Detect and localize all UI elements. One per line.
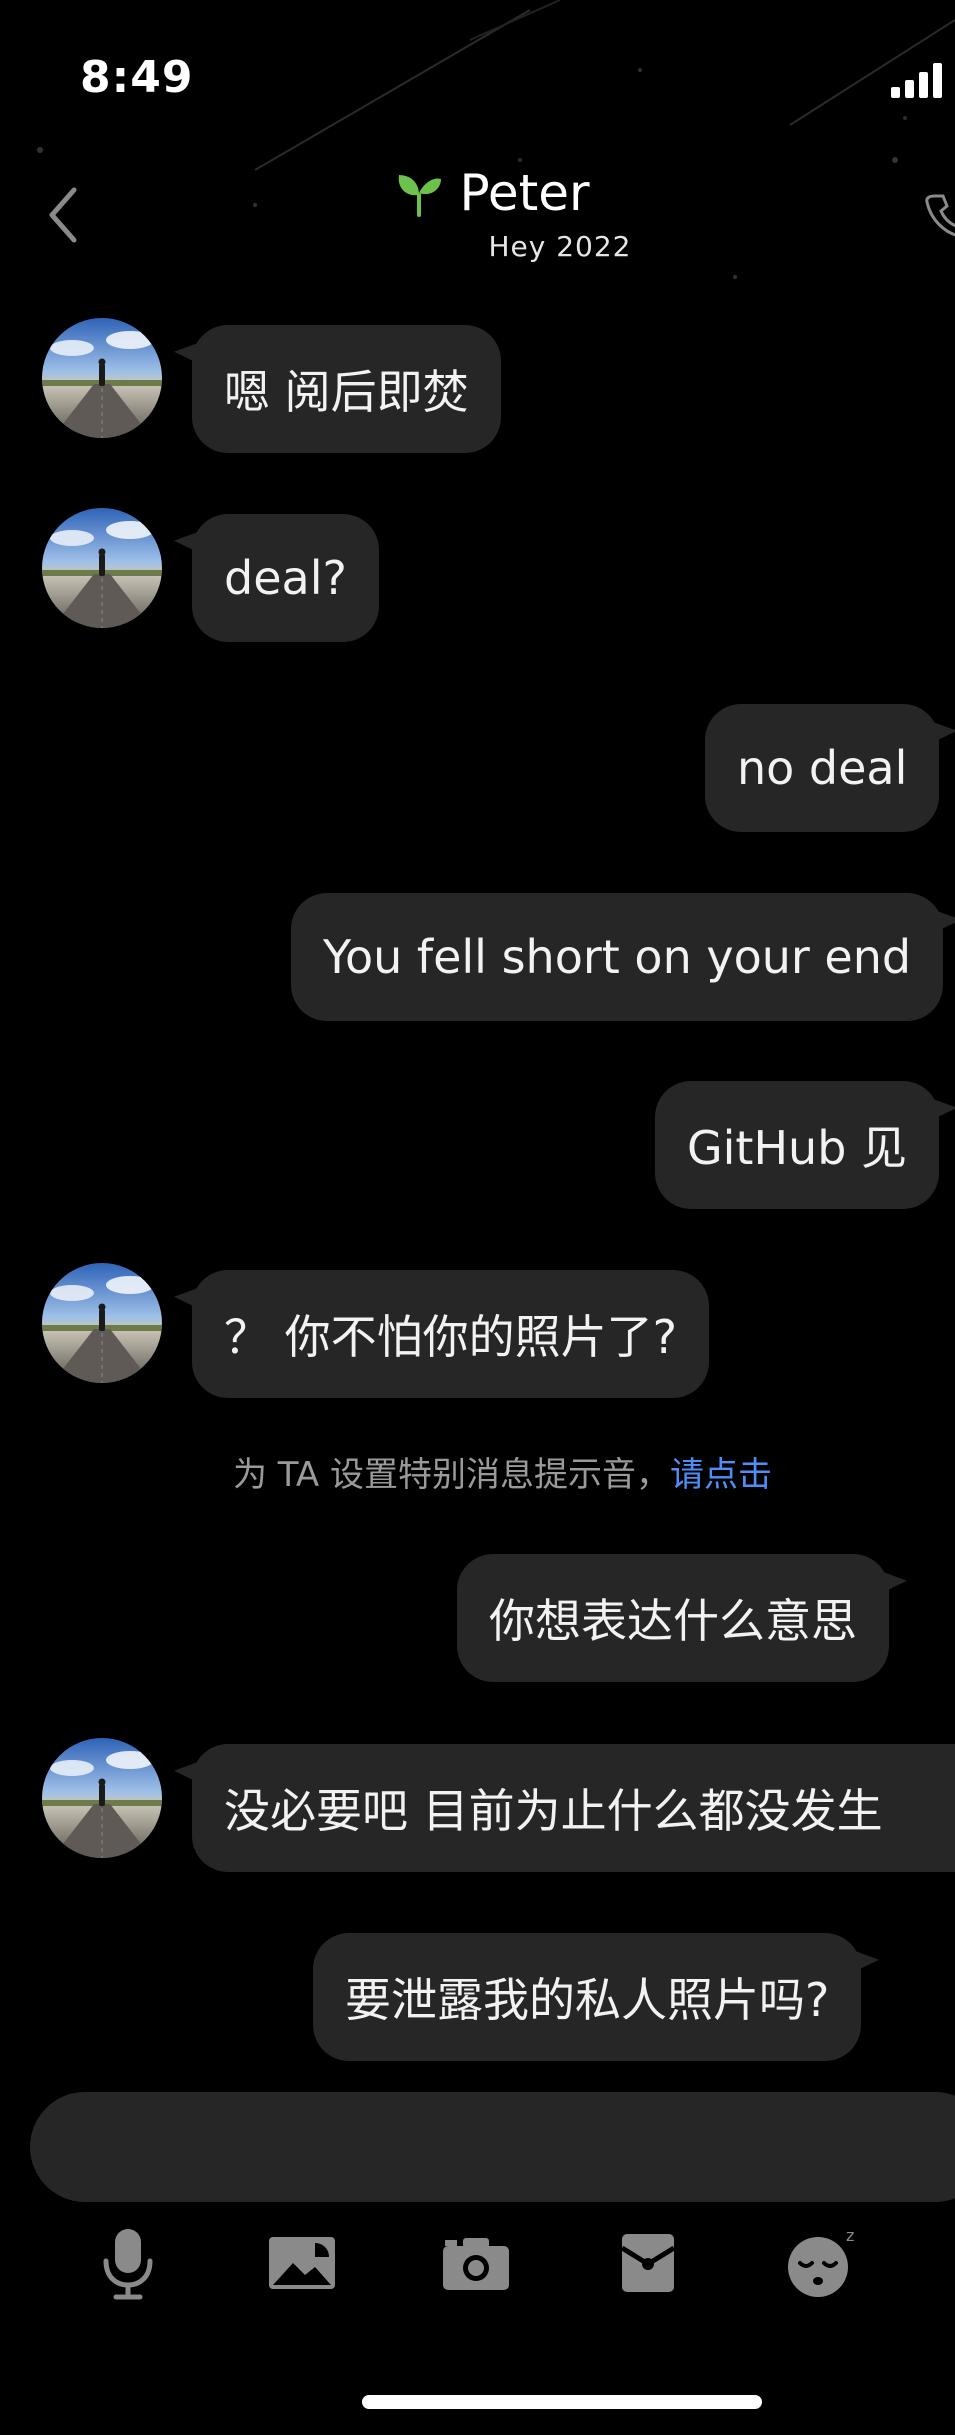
title-area[interactable]: Peter <box>0 164 955 222</box>
incoming-message[interactable]: ？ 你不怕你的照片了? <box>192 1270 710 1398</box>
message-text: 要泄露我的私人照片吗? <box>345 1973 830 2027</box>
message-text: You fell short on your end <box>323 930 912 984</box>
signal-icon <box>891 63 942 98</box>
contact-avatar[interactable] <box>42 1738 162 1858</box>
emoji-button[interactable]: z <box>784 2225 860 2301</box>
input-toolbar: z <box>0 2225 955 2305</box>
image-button[interactable] <box>264 2225 340 2301</box>
home-indicator[interactable] <box>362 2395 762 2409</box>
incoming-message[interactable]: deal? <box>192 514 379 642</box>
microphone-button[interactable] <box>90 2225 166 2301</box>
contact-avatar[interactable] <box>42 508 162 628</box>
contact-avatar[interactable] <box>42 1263 162 1383</box>
message-text: deal? <box>224 551 347 605</box>
red-packet-button[interactable] <box>610 2225 686 2301</box>
incoming-message[interactable]: 没必要吧 目前为止什么都没发生 <box>192 1744 955 1872</box>
contact-status: Hey 2022 <box>488 230 632 263</box>
message-text: GitHub 见 <box>687 1121 908 1175</box>
camera-icon <box>443 2238 509 2290</box>
microphone-icon <box>103 2229 153 2300</box>
sleepy-emoji-icon: z <box>788 2226 854 2297</box>
system-notice-text: 为 TA 设置特别消息提示音， <box>232 1455 670 1495</box>
contact-name: Peter <box>459 164 590 222</box>
outgoing-message[interactable]: 要泄露我的私人照片吗? <box>313 1933 862 2061</box>
phone-icon[interactable] <box>923 190 955 240</box>
set-tone-link[interactable]: 请点击 <box>670 1455 772 1495</box>
outgoing-message[interactable]: GitHub 见 <box>655 1081 940 1209</box>
outgoing-message[interactable]: You fell short on your end <box>291 893 944 1021</box>
system-notice: 为 TA 设置特别消息提示音，请点击 <box>0 1447 955 1496</box>
chat-screen: 8:49 Peter Hey 2022 嗯 阅后即焚 deal? no deal… <box>0 0 955 2435</box>
status-bar: 8:49 <box>0 0 955 150</box>
incoming-message[interactable]: 嗯 阅后即焚 <box>192 325 501 453</box>
message-text: 你想表达什么意思 <box>489 1594 857 1648</box>
message-text: no deal <box>737 741 908 795</box>
outgoing-message[interactable]: 你想表达什么意思 <box>457 1554 889 1682</box>
status-time: 8:49 <box>80 52 194 103</box>
red-packet-icon <box>620 2234 676 2292</box>
chat-header: Peter Hey 2022 <box>0 150 955 280</box>
message-input[interactable] <box>30 2092 955 2202</box>
outgoing-message[interactable]: no deal <box>705 704 940 832</box>
camera-button[interactable] <box>438 2225 514 2301</box>
message-text: 嗯 阅后即焚 <box>224 365 469 419</box>
svg-text:z: z <box>846 2226 854 2245</box>
sprout-icon <box>399 175 442 217</box>
contact-avatar[interactable] <box>42 318 162 438</box>
message-text: 没必要吧 目前为止什么都没发生 <box>224 1784 883 1838</box>
message-text: ？ 你不怕你的照片了? <box>224 1310 678 1364</box>
image-icon <box>269 2237 335 2289</box>
